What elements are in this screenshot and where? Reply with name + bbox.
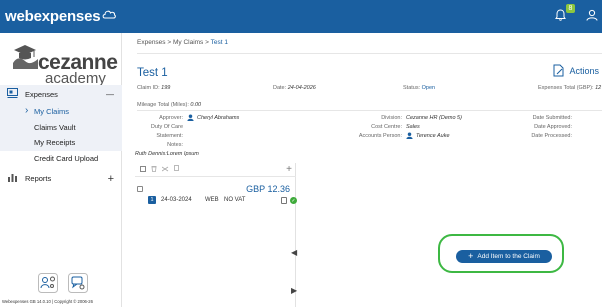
- actions-button[interactable]: Actions: [553, 64, 599, 77]
- items-toolbar: +: [135, 163, 296, 177]
- breadcrumb: Expenses > My Claims > Test 1: [137, 39, 228, 46]
- claim-items-panel: + GBP 12.36 1 24-03-2024 WEB NO VAT ✓: [135, 163, 297, 307]
- mileage-total-value: 0.00: [190, 102, 202, 108]
- accounts-person-value: Terence Auke: [406, 132, 450, 139]
- item-source: WEB: [205, 197, 219, 203]
- notes-value: Ruth Dennis:Lorem Ipsum: [135, 151, 199, 157]
- claim-date-value: 24-04-2026: [287, 85, 316, 91]
- item-amount: GBP 12.36: [246, 184, 290, 194]
- division-value: Cezanne HR (Demo 5): [406, 115, 462, 121]
- collapse-expenses-button[interactable]: —: [106, 90, 114, 99]
- collapse-panel-arrow-icon[interactable]: ◀: [291, 248, 297, 257]
- document-edit-icon: [553, 64, 564, 77]
- reports-icon: [8, 174, 17, 182]
- divider: [137, 110, 602, 111]
- main-content: Expenses > My Claims > Test 1 Test 1 Act…: [123, 33, 602, 307]
- shuffle-icon: [161, 166, 169, 171]
- brand-name: webexpenses: [5, 8, 101, 25]
- breadcrumb-current: Test 1: [210, 39, 228, 46]
- top-bar: webexpenses 8: [0, 0, 602, 33]
- page-title: Test 1: [137, 67, 168, 79]
- claim-id-value: 199: [161, 85, 171, 91]
- copyright-text: Webexpenses GB 14.0.10 | Copyright © 200…: [2, 299, 93, 304]
- nav-expenses[interactable]: Expenses —: [0, 87, 122, 102]
- item-vat: NO VAT: [224, 197, 246, 203]
- copy-items-button[interactable]: [174, 165, 180, 174]
- nav-reports-label: Reports: [25, 174, 52, 183]
- check-icon: ✓: [290, 197, 297, 204]
- breadcrumb-my-claims[interactable]: My Claims: [173, 39, 203, 46]
- breadcrumb-expenses[interactable]: Expenses: [137, 39, 166, 46]
- duty-of-care-label: Duty Of Care: [150, 124, 183, 130]
- bell-icon: [555, 8, 566, 21]
- breadcrumb-separator: >: [167, 39, 172, 46]
- brand-logo[interactable]: webexpenses: [5, 8, 117, 25]
- user-menu-button[interactable]: [586, 8, 598, 26]
- item-checkbox[interactable]: [137, 186, 143, 192]
- approver-label: Approver:: [159, 115, 183, 121]
- divider: [137, 53, 602, 54]
- nav-expenses-label: Expenses: [25, 90, 58, 99]
- breadcrumb-separator: >: [205, 39, 209, 46]
- statement-label: Statement:: [156, 133, 183, 139]
- nav-reports[interactable]: Reports +: [0, 171, 122, 186]
- expand-panel-arrow-icon[interactable]: ▶: [291, 286, 297, 295]
- expenses-total-field: Expenses Total (GBP): 12: [538, 85, 602, 91]
- move-items-button[interactable]: [161, 166, 169, 174]
- claim-date-field: Date: 24-04-2026: [273, 85, 316, 91]
- cloud-icon: [102, 10, 117, 18]
- graduation-cap-icon: [13, 45, 38, 69]
- people-gear-icon: [38, 273, 58, 293]
- copy-icon: [174, 165, 179, 171]
- add-item-label: Add Item to the Claim: [477, 253, 540, 260]
- receipt-icon[interactable]: [281, 197, 287, 204]
- sidebar-item-my-receipts[interactable]: My Receipts: [34, 138, 75, 147]
- notification-count-badge: 8: [566, 3, 575, 13]
- item-date: 24-03-2024: [161, 197, 192, 203]
- add-item-to-claim-button[interactable]: + Add Item to the Claim: [456, 250, 552, 263]
- sidebar: cezanne academy Expenses — My Claims Cla…: [0, 33, 122, 307]
- checkbox-icon: [140, 165, 146, 172]
- cost-centre-label: Cost Centre:: [371, 124, 402, 130]
- expenses-icon: [7, 88, 18, 98]
- notes-label: Notes:: [167, 142, 183, 148]
- status-value: Open: [421, 85, 436, 91]
- plus-icon: +: [468, 251, 474, 261]
- division-label: Division:: [381, 115, 402, 121]
- user-icon: [586, 9, 598, 21]
- claim-id-field: Claim ID: 199: [137, 85, 171, 91]
- person-icon: [406, 132, 413, 139]
- mileage-total-field: Mileage Total (Miles): 0.00: [137, 102, 202, 108]
- expenses-total-value: 12: [595, 85, 602, 91]
- select-all-checkbox[interactable]: [140, 165, 146, 174]
- claim-status-field: Status: Open: [403, 85, 436, 91]
- accounts-person-label: Accounts Person:: [358, 133, 402, 139]
- sidebar-item-my-claims[interactable]: My Claims: [25, 105, 69, 116]
- date-approved-label: Date Approved:: [534, 124, 572, 130]
- claim-item-row[interactable]: GBP 12.36 1 24-03-2024 WEB NO VAT ✓: [135, 183, 297, 209]
- team-settings-button[interactable]: [38, 273, 58, 293]
- company-logo: cezanne academy: [8, 37, 120, 87]
- date-submitted-label: Date Submitted:: [532, 115, 572, 121]
- approver-value: Cheryl Abrahams: [187, 114, 239, 121]
- add-item-highlight: + Add Item to the Claim: [438, 234, 564, 273]
- notifications-button[interactable]: 8: [555, 3, 575, 26]
- expand-reports-button[interactable]: +: [108, 173, 114, 185]
- item-number-badge: 1: [148, 196, 156, 204]
- sidebar-item-credit-card-upload[interactable]: Credit Card Upload: [34, 154, 98, 163]
- cost-centre-value: Sales: [406, 124, 420, 130]
- add-item-icon[interactable]: +: [286, 164, 292, 175]
- actions-label: Actions: [569, 65, 599, 76]
- sidebar-item-claims-vault[interactable]: Claims Vault: [34, 123, 76, 132]
- delete-items-button[interactable]: [151, 165, 157, 174]
- chat-icon: [68, 273, 88, 293]
- trash-icon: [151, 166, 157, 172]
- date-processed-label: Date Processed:: [531, 133, 572, 139]
- person-icon: [187, 114, 194, 121]
- chat-support-button[interactable]: [68, 273, 88, 293]
